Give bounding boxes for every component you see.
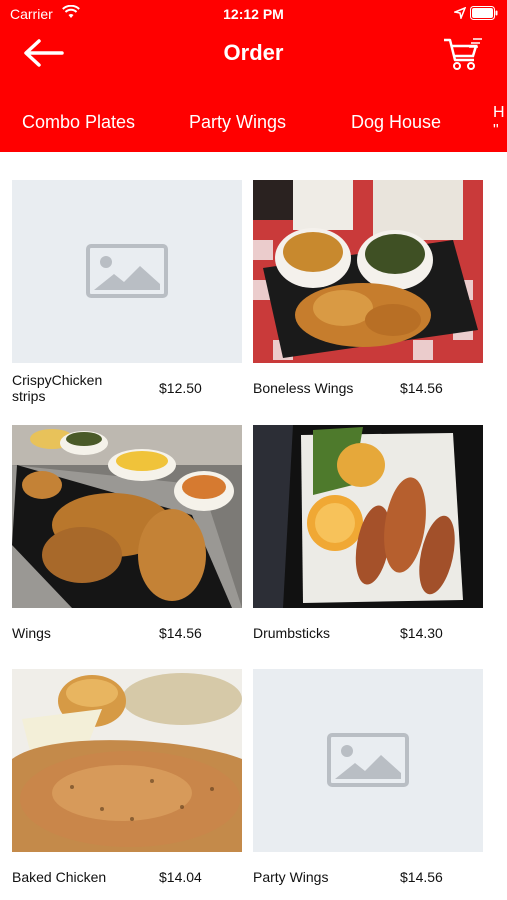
image-placeholder-icon	[327, 733, 409, 787]
tab-partial-line2: "	[493, 122, 499, 139]
product-name: Boneless Wings	[253, 380, 354, 396]
product-card[interactable]: Wings $14.56	[12, 425, 242, 641]
product-card[interactable]: Baked Chicken $14.04	[12, 669, 242, 885]
product-image-wings	[12, 425, 242, 608]
product-price: $14.04	[159, 869, 202, 885]
product-image-boneless-wings	[253, 180, 483, 363]
status-bar: Carrier 12:12 PM	[0, 0, 507, 28]
status-time: 12:12 PM	[223, 6, 284, 22]
product-card[interactable]: Drumbsticks $14.30	[253, 425, 483, 641]
cart-icon[interactable]	[442, 36, 484, 72]
category-tabs: Combo Plates Party Wings Dog House H "	[0, 100, 507, 144]
product-price: $14.56	[400, 380, 443, 396]
product-image-baked-chicken	[12, 669, 242, 852]
product-card[interactable]: Party Wings $14.56	[253, 669, 483, 885]
product-image-placeholder	[253, 669, 483, 852]
product-card[interactable]: CrispyChicken strips $12.50	[12, 180, 242, 404]
product-name: Drumbsticks	[253, 625, 331, 641]
product-price: $12.50	[159, 380, 202, 396]
image-placeholder-icon	[86, 244, 168, 298]
product-price: $14.56	[400, 869, 443, 885]
tab-partial[interactable]: H "	[493, 104, 505, 140]
product-name: CrispyChicken strips	[12, 372, 103, 404]
tab-combo-plates[interactable]: Combo Plates	[22, 112, 135, 133]
app-header: Carrier 12:12 PM Order Combo Plates Part…	[0, 0, 507, 152]
product-image-drumsticks	[253, 425, 483, 608]
product-price: $14.56	[159, 625, 202, 641]
navigation-bar: Order	[0, 30, 507, 78]
product-name: Party Wings	[253, 869, 329, 885]
product-price: $14.30	[400, 625, 443, 641]
product-image-placeholder	[12, 180, 242, 363]
product-card[interactable]: Boneless Wings $14.56	[253, 180, 483, 396]
tab-party-wings[interactable]: Party Wings	[189, 112, 286, 133]
tab-dog-house[interactable]: Dog House	[351, 112, 441, 133]
page-title: Order	[223, 40, 284, 65]
product-name: Wings	[12, 625, 51, 641]
location-arrow-icon	[454, 7, 466, 19]
tab-partial-line1: H	[493, 104, 505, 121]
product-name: Baked Chicken	[12, 869, 107, 885]
battery-icon	[470, 6, 498, 20]
